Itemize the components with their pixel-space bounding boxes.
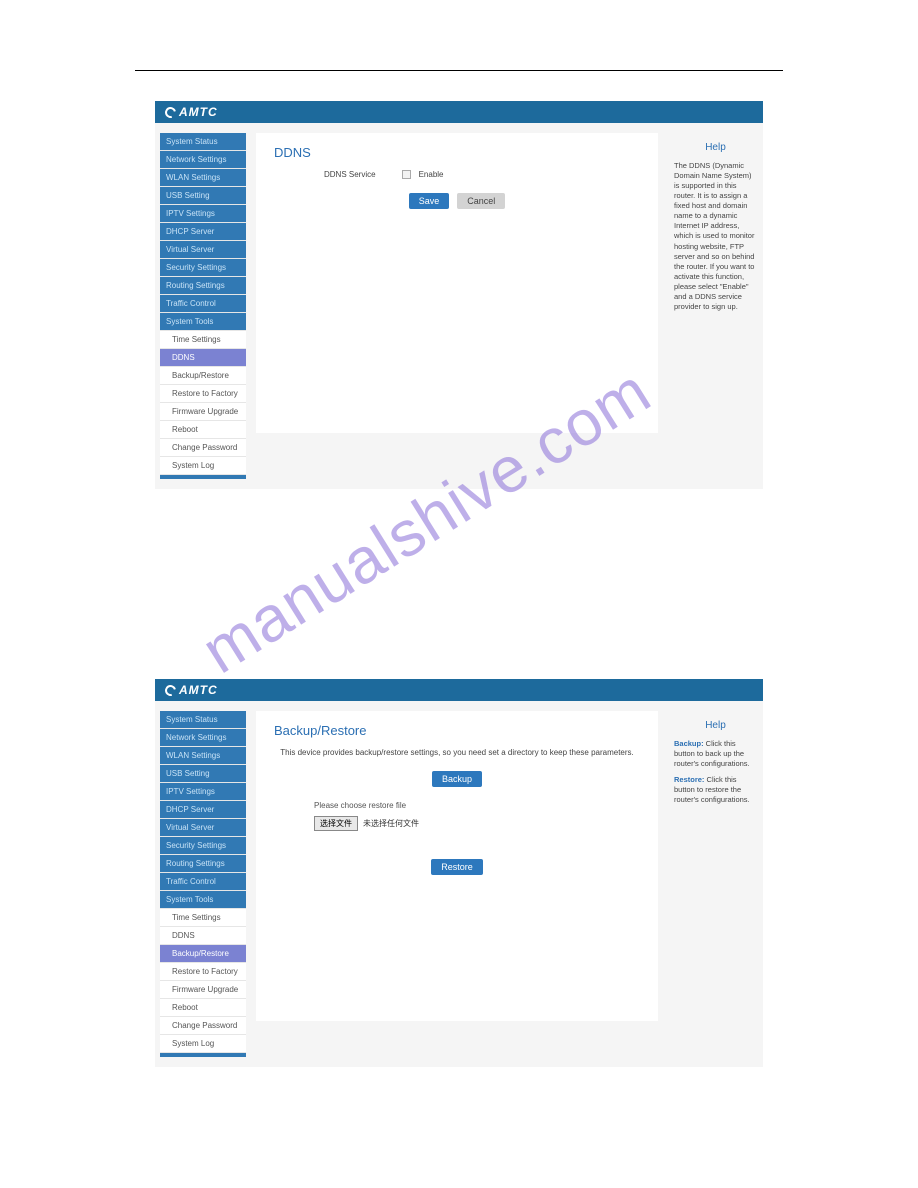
sidebar-item-traffic-control[interactable]: Traffic Control	[160, 873, 246, 891]
sidebar-item-traffic-control[interactable]: Traffic Control	[160, 295, 246, 313]
file-select-row: 选择文件 未选择任何文件	[314, 816, 640, 831]
sidebar-subitem-system-log[interactable]: System Log	[160, 1035, 246, 1053]
help-restore-term: Restore:	[674, 775, 704, 784]
sidebar-item-dhcp-server[interactable]: DHCP Server	[160, 801, 246, 819]
divider-line	[135, 70, 783, 71]
backup-desc: This device provides backup/restore sett…	[274, 748, 640, 757]
sidebar-subitem-time-settings[interactable]: Time Settings	[160, 331, 246, 349]
sidebar-subitem-backup-restore[interactable]: Backup/Restore	[160, 367, 246, 385]
sidebar-item-system-status[interactable]: System Status	[160, 133, 246, 151]
sidebar-item-system-status[interactable]: System Status	[160, 711, 246, 729]
sidebar-item-wlan-settings[interactable]: WLAN Settings	[160, 169, 246, 187]
logo-text: AMTC	[179, 105, 218, 119]
sidebar-item-iptv-settings[interactable]: IPTV Settings	[160, 783, 246, 801]
sidebar-subitem-restore-to-factory[interactable]: Restore to Factory	[160, 963, 246, 981]
sidebar-subitem-system-log[interactable]: System Log	[160, 457, 246, 475]
sidebar-item-routing-settings[interactable]: Routing Settings	[160, 855, 246, 873]
sidebar-subitem-reboot[interactable]: Reboot	[160, 999, 246, 1017]
sidebar-subitem-ddns[interactable]: DDNS	[160, 927, 246, 945]
sidebar-item-usb-setting[interactable]: USB Setting	[160, 765, 246, 783]
page-title: Backup/Restore	[274, 723, 640, 738]
choose-file-note: Please choose restore file	[314, 801, 640, 810]
content-pane-ddns: DDNS DDNS Service Enable Save Cancel	[256, 133, 658, 433]
sidebar-subitem-change-password[interactable]: Change Password	[160, 1017, 246, 1035]
file-none-label: 未选择任何文件	[363, 818, 419, 829]
sidebar-subitem-backup-restore[interactable]: Backup/Restore	[160, 945, 246, 963]
enable-label: Enable	[419, 170, 444, 179]
restore-button-row: Restore	[274, 859, 640, 875]
sidebar-subitem-reboot[interactable]: Reboot	[160, 421, 246, 439]
sidebar-item-network-settings[interactable]: Network Settings	[160, 151, 246, 169]
router-window-ddns: AMTC System StatusNetwork SettingsWLAN S…	[155, 101, 763, 489]
help-restore-line: Restore: Click this button to restore th…	[674, 775, 757, 805]
sidebar-item-wlan-settings[interactable]: WLAN Settings	[160, 747, 246, 765]
help-title: Help	[674, 141, 757, 155]
ddns-service-label: DDNS Service	[324, 170, 376, 179]
sidebar-item-virtual-server[interactable]: Virtual Server	[160, 241, 246, 259]
help-title: Help	[674, 719, 757, 733]
backup-button[interactable]: Backup	[432, 771, 482, 787]
sidebar-subitem-firmware-upgrade[interactable]: Firmware Upgrade	[160, 981, 246, 999]
save-button[interactable]: Save	[409, 193, 450, 209]
sidebar-item-system-tools[interactable]: System Tools	[160, 891, 246, 909]
header-bar: AMTC	[155, 679, 763, 701]
sidebar-bottom-stripe	[160, 475, 246, 479]
sidebar: System StatusNetwork SettingsWLAN Settin…	[160, 711, 246, 1057]
help-panel: Help Backup: Click this button to back u…	[668, 711, 763, 819]
backup-button-row: Backup	[274, 771, 640, 787]
sidebar-item-security-settings[interactable]: Security Settings	[160, 259, 246, 277]
sidebar-item-routing-settings[interactable]: Routing Settings	[160, 277, 246, 295]
logo-swirl-icon	[163, 682, 178, 697]
choose-file-button[interactable]: 选择文件	[314, 816, 358, 831]
router-window-backup: AMTC System StatusNetwork SettingsWLAN S…	[155, 679, 763, 1067]
sidebar-subitem-ddns[interactable]: DDNS	[160, 349, 246, 367]
sidebar-item-network-settings[interactable]: Network Settings	[160, 729, 246, 747]
header-bar: AMTC	[155, 101, 763, 123]
logo-text: AMTC	[179, 683, 218, 697]
sidebar-item-iptv-settings[interactable]: IPTV Settings	[160, 205, 246, 223]
page-title: DDNS	[274, 145, 640, 160]
logo: AMTC	[165, 683, 218, 697]
help-panel: Help The DDNS (Dynamic Domain Name Syste…	[668, 133, 763, 326]
main-shell: System StatusNetwork SettingsWLAN Settin…	[155, 123, 763, 489]
sidebar-item-dhcp-server[interactable]: DHCP Server	[160, 223, 246, 241]
logo: AMTC	[165, 105, 218, 119]
sidebar-subitem-firmware-upgrade[interactable]: Firmware Upgrade	[160, 403, 246, 421]
sidebar-bottom-stripe	[160, 1053, 246, 1057]
sidebar: System StatusNetwork SettingsWLAN Settin…	[160, 133, 246, 479]
ddns-service-row: DDNS Service Enable	[324, 170, 640, 179]
main-shell: System StatusNetwork SettingsWLAN Settin…	[155, 701, 763, 1067]
help-text: The DDNS (Dynamic Domain Name System) is…	[674, 161, 757, 313]
sidebar-subitem-restore-to-factory[interactable]: Restore to Factory	[160, 385, 246, 403]
cancel-button[interactable]: Cancel	[457, 193, 505, 209]
sidebar-item-system-tools[interactable]: System Tools	[160, 313, 246, 331]
sidebar-item-usb-setting[interactable]: USB Setting	[160, 187, 246, 205]
restore-button[interactable]: Restore	[431, 859, 483, 875]
content-pane-backup: Backup/Restore This device provides back…	[256, 711, 658, 1021]
enable-checkbox[interactable]	[402, 170, 411, 179]
help-backup-term: Backup:	[674, 739, 704, 748]
sidebar-subitem-time-settings[interactable]: Time Settings	[160, 909, 246, 927]
sidebar-item-security-settings[interactable]: Security Settings	[160, 837, 246, 855]
help-backup-line: Backup: Click this button to back up the…	[674, 739, 757, 769]
sidebar-subitem-change-password[interactable]: Change Password	[160, 439, 246, 457]
logo-swirl-icon	[163, 104, 178, 119]
sidebar-item-virtual-server[interactable]: Virtual Server	[160, 819, 246, 837]
button-row: Save Cancel	[274, 193, 640, 209]
